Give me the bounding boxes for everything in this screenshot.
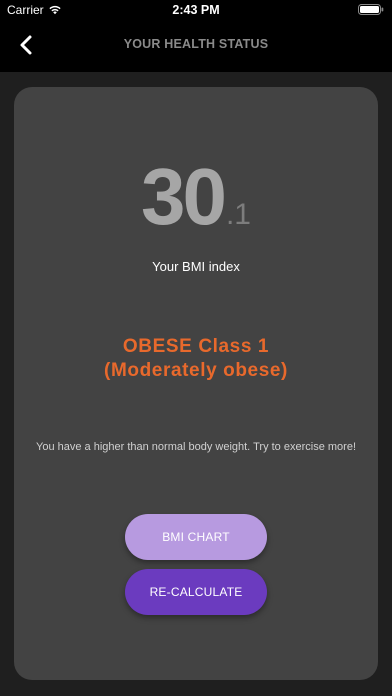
advice-text: You have a higher than normal body weigh…	[36, 441, 356, 453]
status-time: 2:43 PM	[172, 3, 220, 17]
app-screen: Carrier 2:43 PM YOUR HEALTH STATUS 30.1 …	[0, 0, 392, 696]
bmi-caption: Your BMI index	[152, 259, 240, 274]
page-title: YOUR HEALTH STATUS	[123, 37, 269, 51]
recalculate-button[interactable]: RE-CALCULATE	[125, 569, 267, 615]
bmi-category-line2: (Moderately obese)	[104, 360, 288, 381]
result-card: 30.1 Your BMI index OBESE Class 1 (Moder…	[14, 87, 378, 680]
bmi-chart-button[interactable]: BMI CHART	[125, 514, 267, 560]
bmi-decimal: .1	[225, 198, 251, 231]
bmi-category: OBESE Class 1 (Moderately obese)	[14, 335, 378, 383]
bmi-category-line1: OBESE Class 1	[122, 336, 270, 357]
bmi-value: 30.1	[14, 157, 378, 237]
status-bar: Carrier 2:43 PM	[0, 0, 392, 22]
bmi-integer: 30	[140, 152, 227, 241]
battery-icon	[358, 4, 384, 15]
